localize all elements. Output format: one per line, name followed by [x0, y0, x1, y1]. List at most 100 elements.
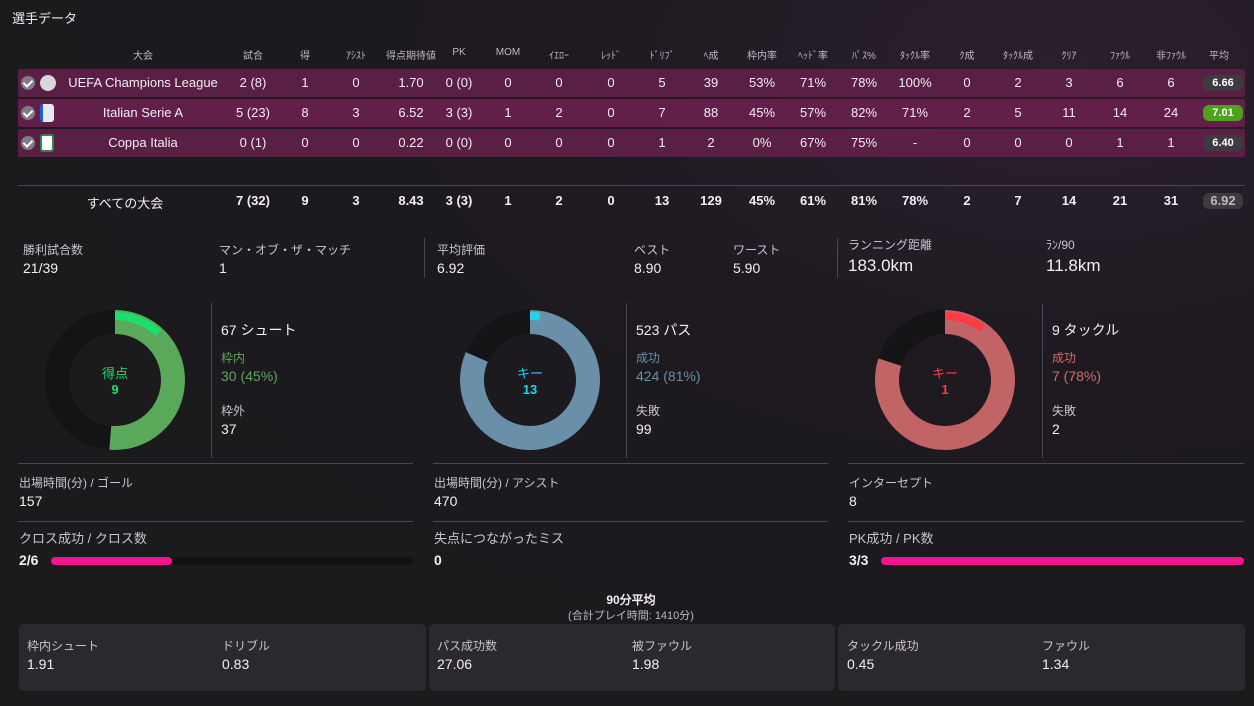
- total-cell: 2: [555, 193, 563, 208]
- table-cell: 0: [1014, 135, 1022, 150]
- wins-label: 勝利試合数: [23, 243, 84, 257]
- wins-value: 21/39: [23, 260, 59, 276]
- table-cell: 8: [301, 105, 309, 120]
- table-cell: 71%: [901, 105, 929, 120]
- donut-center-value: 1: [941, 382, 948, 397]
- table-cell: 3: [352, 105, 360, 120]
- table-cell: 0: [607, 135, 615, 150]
- table-cell: 78%: [850, 75, 878, 90]
- divider: [848, 463, 1244, 464]
- rating-badge: 6.40: [1203, 135, 1243, 151]
- pass-success-label: 成功: [636, 351, 661, 365]
- rating-badge: 6.66: [1203, 75, 1243, 91]
- tackle-success-value: 7 (78%): [1052, 368, 1102, 384]
- table-cell: 6: [1167, 75, 1175, 90]
- per90-label: パス成功数: [437, 639, 498, 653]
- table-row[interactable]: UEFA Champions League 2 (8) 1 0 1.70 0 (0) 0 0 0…: [18, 69, 1245, 97]
- per90-value: 27.06: [437, 656, 473, 672]
- minutes-per-assist-value: 470: [434, 493, 458, 509]
- per90-label: タックル成功: [847, 639, 919, 653]
- total-cell: 9: [301, 193, 309, 208]
- best-value: 8.90: [634, 260, 662, 276]
- donut-center-label: キー: [517, 366, 543, 381]
- competition-name: Italian Serie A: [102, 105, 184, 120]
- table-row[interactable]: Coppa Italia 0 (1) 0 0 0.22 0 (0) 0 0 0 1 2 0% 67% 75…: [18, 129, 1245, 157]
- divider: [626, 303, 627, 458]
- minutes-per-assist-label: 出場時間(分) / アシスト: [434, 476, 560, 490]
- total-cell: 3 (3): [445, 193, 473, 208]
- total-cell: 13: [654, 193, 670, 208]
- cross-progress-bar: [51, 557, 413, 565]
- table-cell: 14: [1112, 105, 1128, 120]
- donut-center-label: 得点: [102, 366, 128, 381]
- tackles-total: 9 タックル: [1052, 322, 1120, 338]
- column-header: ﾍｯﾄﾞ率: [798, 51, 828, 62]
- table-cell: 0: [504, 135, 512, 150]
- column-header: ﾄﾞﾘﾌﾞ: [649, 51, 675, 62]
- column-header: MOM: [495, 47, 521, 58]
- pk-progress-bar: [881, 557, 1244, 565]
- table-cell: 82%: [850, 105, 878, 120]
- per90-title: 90分平均: [606, 593, 656, 607]
- column-header: ｱｼｽﾄ: [346, 51, 366, 62]
- per90-value: 0.83: [222, 656, 250, 672]
- column-header: 得: [300, 51, 310, 62]
- per90-value: 1.91: [27, 656, 55, 672]
- avg-value: 6.92: [437, 260, 465, 276]
- table-cell: 0: [555, 135, 563, 150]
- donut-segment-key: [529, 312, 541, 321]
- table-cell: 6: [1116, 75, 1124, 90]
- per90-subtitle: (合計プレイ時間: 1410分): [568, 610, 694, 622]
- table-cell: 5: [658, 75, 666, 90]
- pk-value: 3/3: [849, 552, 869, 568]
- checkmark-icon[interactable]: [21, 106, 35, 120]
- rating-badge: 7.01: [1203, 105, 1243, 121]
- minutes-per-goal-label: 出場時間(分) / ゴール: [19, 476, 133, 490]
- table-cell: 2 (8): [239, 75, 267, 90]
- checkmark-icon[interactable]: [21, 136, 35, 150]
- table-cell: 0: [301, 135, 309, 150]
- table-cell: 1.70: [398, 75, 424, 90]
- column-header: 試合: [243, 51, 263, 62]
- worst-label: ワースト: [733, 243, 781, 257]
- table-cell: 0%: [752, 135, 772, 150]
- table-cell: 0 (1): [239, 135, 267, 150]
- table-cell: 0: [607, 75, 615, 90]
- donut-center-value: 13: [523, 382, 537, 397]
- best-label: ベスト: [634, 243, 671, 257]
- checkmark-icon[interactable]: [21, 76, 35, 90]
- on-target-label: 枠内: [221, 351, 246, 365]
- competition-logo: [40, 75, 56, 91]
- table-cell: 1: [301, 75, 309, 90]
- pk-progress-fill: [881, 557, 1244, 565]
- total-cell: 45%: [748, 193, 776, 208]
- errors-label: 失点につながったミス: [434, 531, 565, 546]
- divider: [18, 185, 1245, 186]
- table-cell: 2: [1014, 75, 1022, 90]
- column-header: ｲｴﾛｰ: [549, 51, 569, 62]
- table-cell: 67%: [799, 135, 827, 150]
- column-header: ﾌｧｳﾙ: [1110, 51, 1130, 62]
- total-cell: 1: [504, 193, 512, 208]
- total-cell: 61%: [799, 193, 827, 208]
- column-header: 枠内率: [747, 51, 777, 62]
- per90-label: 枠内シュート: [27, 639, 100, 653]
- run-label: ランニング距離: [848, 238, 933, 252]
- table-cell: 71%: [799, 75, 827, 90]
- competition-logo: [40, 104, 54, 122]
- divider: [433, 463, 828, 464]
- table-cell: 0: [963, 135, 971, 150]
- table-row[interactable]: Italian Serie A 5 (23) 8 3 6.52 3 (3) 1 2 0 7 88 45…: [18, 99, 1245, 127]
- off-target-label: 枠外: [221, 404, 246, 418]
- total-cell: 2: [963, 193, 971, 208]
- table-cell: 0: [963, 75, 971, 90]
- pk-label: PK成功 / PK数: [849, 531, 934, 546]
- total-cell: 3: [352, 193, 360, 208]
- tackle-fail-value: 2: [1052, 421, 1060, 437]
- divider: [1042, 303, 1043, 458]
- per90-label: ファウル: [1042, 639, 1091, 653]
- table-cell: 53%: [748, 75, 776, 90]
- table-cell: 2: [963, 105, 971, 120]
- divider: [837, 238, 838, 278]
- tackle-fail-label: 失敗: [1052, 404, 1077, 418]
